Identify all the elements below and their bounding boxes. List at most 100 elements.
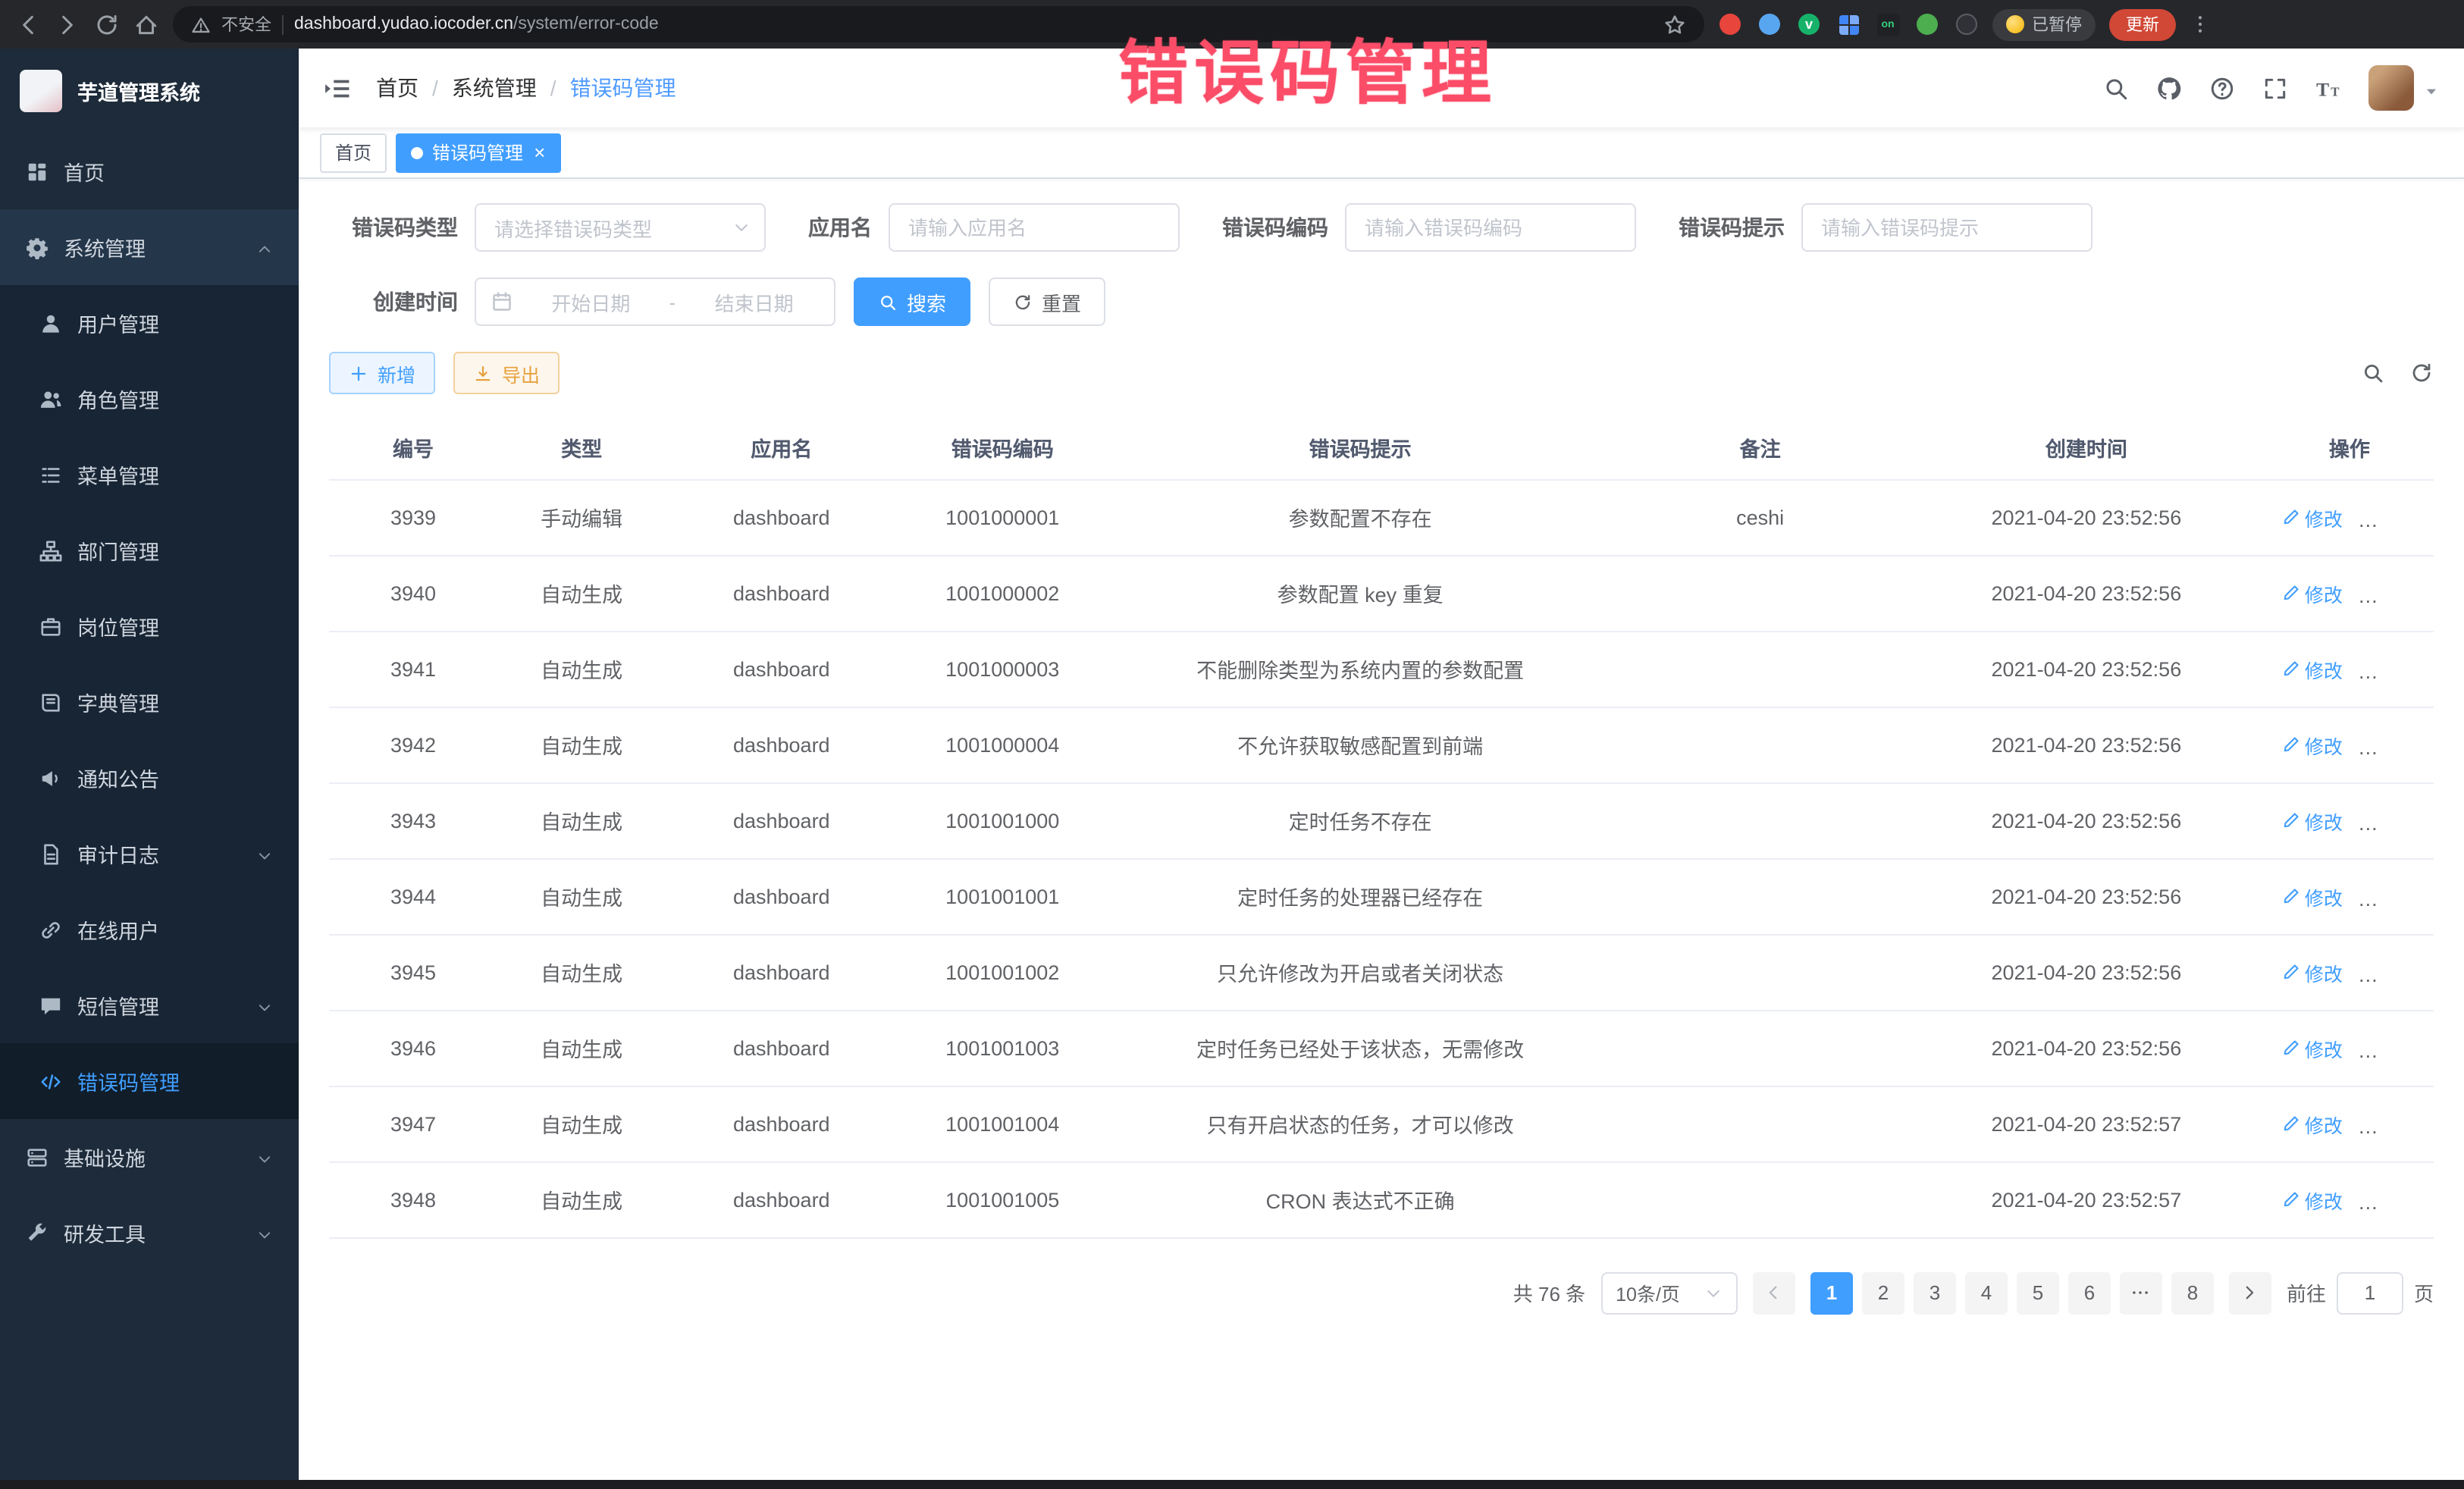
cell-id: 3940 [329, 555, 497, 631]
table-row: 3942自动生成dashboard1001000004不允许获取敏感配置到前端2… [329, 707, 2434, 782]
megaphone-icon [39, 766, 62, 789]
sidebar-item-12[interactable]: 错误码管理 [0, 1043, 299, 1119]
pinwheel-icon[interactable] [1955, 12, 1979, 36]
github-icon[interactable] [2156, 75, 2182, 101]
sidebar-item-2[interactable]: 用户管理 [0, 285, 299, 361]
cell-msg: 参数配置 key 重复 [1108, 555, 1613, 631]
search-icon[interactable] [2103, 75, 2129, 101]
edit-icon [2282, 735, 2300, 754]
sidebar-item-label: 字典管理 [77, 687, 159, 717]
column-header-3: 错误码编码 [897, 415, 1108, 479]
browser-home-icon[interactable] [133, 11, 159, 37]
refresh-table-icon[interactable] [2409, 361, 2434, 385]
error-msg-input[interactable] [1801, 203, 2093, 252]
sidebar-item-7[interactable]: 字典管理 [0, 664, 299, 740]
sidebar-item-8[interactable]: 通知公告 [0, 740, 299, 816]
fullscreen-icon[interactable] [2262, 75, 2288, 101]
error-type-select[interactable]: 请选择错误码类型 [475, 203, 766, 252]
goto-page-input[interactable] [2337, 1271, 2403, 1314]
edit-link[interactable]: 修改 [2282, 730, 2343, 759]
more-pages-button[interactable] [2120, 1271, 2162, 1314]
edit-link[interactable]: 修改 [2282, 654, 2343, 683]
profile-emoji-icon [2006, 15, 2024, 33]
v-green-icon[interactable]: v [1797, 12, 1821, 36]
paused-profile-chip[interactable]: 已暂停 [1992, 8, 2096, 40]
page-button-4[interactable]: 4 [1965, 1271, 2008, 1314]
sidebar-item-4[interactable]: 菜单管理 [0, 437, 299, 513]
sidebar-item-11[interactable]: 短信管理 [0, 967, 299, 1043]
add-button[interactable]: 新增 [329, 352, 435, 394]
user-menu[interactable] [2368, 65, 2440, 111]
bookmark-star-icon[interactable] [1663, 13, 1686, 36]
sidebar-item-5[interactable]: 部门管理 [0, 513, 299, 588]
proxy-on-icon[interactable]: on [1876, 12, 1900, 36]
edit-link[interactable]: 修改 [2282, 503, 2343, 531]
edit-link[interactable]: 修改 [2282, 578, 2343, 607]
page-size-select[interactable]: 10条/页 [1600, 1271, 1738, 1314]
sidebar-item-0[interactable]: 首页 [0, 133, 299, 209]
error-code-input[interactable] [1345, 203, 1636, 252]
page-button-5[interactable]: 5 [2017, 1271, 2059, 1314]
sidebar-item-label: 基础设施 [64, 1142, 146, 1172]
app-name-input[interactable] [889, 203, 1180, 252]
browser-forward-icon[interactable] [55, 11, 80, 37]
browser-update-button[interactable]: 更新 [2109, 8, 2176, 40]
prev-page-button[interactable] [1753, 1271, 1795, 1314]
sidebar-item-3[interactable]: 角色管理 [0, 361, 299, 437]
font-size-icon[interactable]: TT [2315, 75, 2341, 101]
date-range-picker[interactable]: 开始日期 - 结束日期 [475, 277, 835, 326]
cell-msg: 参数配置不存在 [1108, 479, 1613, 555]
export-button-label: 导出 [502, 359, 540, 387]
sidebar-fold-icon[interactable] [323, 74, 352, 102]
page-button-6[interactable]: 6 [2068, 1271, 2111, 1314]
sidebar-item-13[interactable]: 基础设施 [0, 1119, 299, 1195]
export-button[interactable]: 导出 [453, 352, 560, 394]
tab-close-icon[interactable]: × [534, 143, 545, 162]
breadcrumb-item-2[interactable]: 错误码管理 [570, 73, 676, 103]
search-button[interactable]: 搜索 [854, 277, 970, 326]
browser-reload-icon[interactable] [94, 11, 120, 37]
cell-app: dashboard [666, 479, 897, 555]
next-page-button[interactable] [2229, 1271, 2271, 1314]
breadcrumb-separator: / [550, 76, 556, 100]
sidebar-item-10[interactable]: 在线用户 [0, 892, 299, 967]
edit-link[interactable]: 修改 [2282, 1033, 2343, 1062]
address-bar[interactable]: 不安全 dashboard.yudao.iocoder.cn/system/er… [173, 6, 1704, 42]
sidebar-item-6[interactable]: 岗位管理 [0, 588, 299, 664]
edit-link[interactable]: 修改 [2282, 1109, 2343, 1138]
help-icon[interactable] [2209, 75, 2235, 101]
sidebar-item-1[interactable]: 系统管理 [0, 209, 299, 285]
filter-row-1: 错误码类型 请选择错误码类型 应用名 错误码编码 [329, 203, 2434, 252]
sidebar-logo[interactable]: 芋道管理系统 [0, 49, 299, 133]
edit-link[interactable]: 修改 [2282, 1185, 2343, 1214]
page-button-2[interactable]: 2 [1862, 1271, 1904, 1314]
breadcrumb-item-1[interactable]: 系统管理 [452, 73, 537, 103]
sidebar-item-9[interactable]: 审计日志 [0, 816, 299, 892]
extension-icons: v on [1718, 12, 1979, 36]
edit-link[interactable]: 修改 [2282, 958, 2343, 986]
toggle-search-icon[interactable] [2361, 361, 2385, 385]
cell-type: 自动生成 [497, 1161, 666, 1237]
page-button-1[interactable]: 1 [1810, 1271, 1853, 1314]
adblock-red-icon[interactable] [1718, 12, 1742, 36]
column-header-6: 创建时间 [1908, 415, 2265, 479]
leaf-green-icon[interactable] [1915, 12, 1939, 36]
reset-button[interactable]: 重置 [989, 277, 1105, 326]
page-button-8[interactable]: 8 [2171, 1271, 2214, 1314]
cell-time: 2021-04-20 23:52:56 [1908, 479, 2265, 555]
tab-1[interactable]: 错误码管理× [396, 133, 560, 172]
page-button-3[interactable]: 3 [1914, 1271, 1956, 1314]
browser-back-icon[interactable] [15, 11, 41, 37]
browser-menu-icon[interactable] [2190, 12, 2211, 36]
sidebar-item-14[interactable]: 研发工具 [0, 1195, 299, 1271]
edit-link[interactable]: 修改 [2282, 882, 2343, 911]
error-msg-label: 错误码提示 [1679, 212, 1801, 243]
picker-blue-icon[interactable] [1757, 12, 1782, 36]
cell-id: 3943 [329, 782, 497, 858]
breadcrumb-item-0[interactable]: 首页 [376, 73, 419, 103]
tab-0[interactable]: 首页 [320, 133, 387, 172]
grid-blue-icon[interactable] [1836, 12, 1861, 36]
chevron-down-icon [256, 845, 273, 862]
sidebar-item-label: 错误码管理 [77, 1066, 180, 1096]
edit-link[interactable]: 修改 [2282, 806, 2343, 835]
